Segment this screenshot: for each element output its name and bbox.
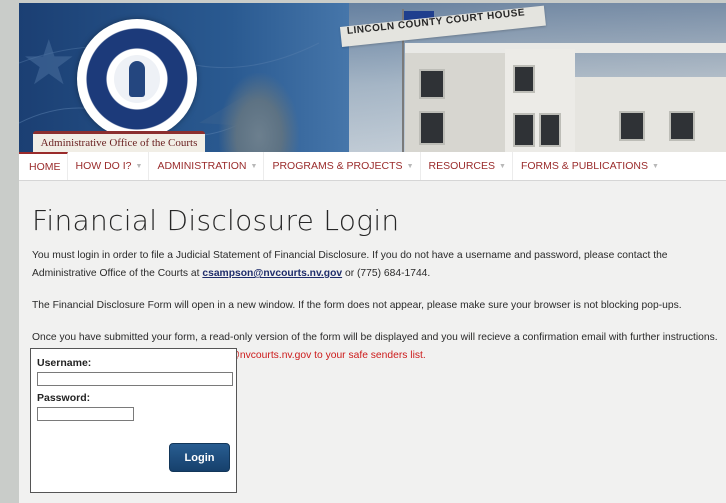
chevron-down-icon: ▼ bbox=[651, 162, 659, 170]
seal-figure-icon bbox=[129, 61, 145, 97]
building-window bbox=[513, 113, 535, 147]
chevron-down-icon: ▼ bbox=[499, 162, 506, 170]
building-wing bbox=[575, 77, 726, 152]
popup-note: The Financial Disclosure Form will open … bbox=[32, 300, 682, 311]
site-banner: ★ LINCOLN COUNTY COURT HOUSE Administrat… bbox=[19, 3, 726, 152]
page-frame: ★ LINCOLN COUNTY COURT HOUSE Administrat… bbox=[19, 3, 726, 503]
username-input[interactable] bbox=[37, 372, 233, 386]
star-icon: ★ bbox=[21, 29, 77, 98]
building-window bbox=[513, 65, 535, 93]
password-input[interactable] bbox=[37, 407, 134, 421]
nav-item-home[interactable]: HOME bbox=[19, 152, 68, 180]
contact-email-link[interactable]: csampson@nvcourts.nv.gov bbox=[202, 268, 342, 279]
chevron-down-icon: ▼ bbox=[135, 162, 143, 170]
nav-item-administration[interactable]: ADMINISTRATION ▼ bbox=[149, 152, 265, 180]
building-window bbox=[619, 111, 645, 141]
building-window bbox=[419, 69, 445, 99]
confirmation-note: Once you have submitted your form, a rea… bbox=[32, 332, 718, 343]
login-form: Username: Password: Login bbox=[30, 348, 237, 493]
chevron-down-icon: ▼ bbox=[250, 162, 258, 170]
intro-paragraph: You must login in order to file a Judici… bbox=[32, 250, 668, 279]
page-title: Financial Disclosure Login bbox=[32, 204, 400, 237]
nav-item-resources[interactable]: RESOURCES ▼ bbox=[421, 152, 513, 180]
login-button[interactable]: Login bbox=[169, 443, 230, 472]
chevron-down-icon: ▼ bbox=[406, 162, 414, 170]
tree-image bbox=[219, 73, 299, 152]
nav-item-how-do-i[interactable]: HOW DO I? ▼ bbox=[68, 152, 150, 180]
building-window bbox=[669, 111, 695, 141]
site-name-tab[interactable]: Administrative Office of the Courts bbox=[33, 131, 205, 152]
username-label: Username: bbox=[37, 357, 92, 369]
building-window bbox=[539, 113, 561, 147]
main-content: Financial Disclosure Login You must logi… bbox=[32, 180, 726, 365]
nav-item-programs-projects[interactable]: PROGRAMS & PROJECTS ▼ bbox=[264, 152, 421, 180]
main-nav: HOME HOW DO I? ▼ ADMINISTRATION ▼ PROGRAMS… bbox=[19, 152, 726, 181]
password-label: Password: bbox=[37, 392, 91, 404]
nav-item-forms-publications[interactable]: FORMS & PUBLICATIONS ▼ bbox=[513, 152, 665, 180]
building-window bbox=[419, 111, 445, 145]
